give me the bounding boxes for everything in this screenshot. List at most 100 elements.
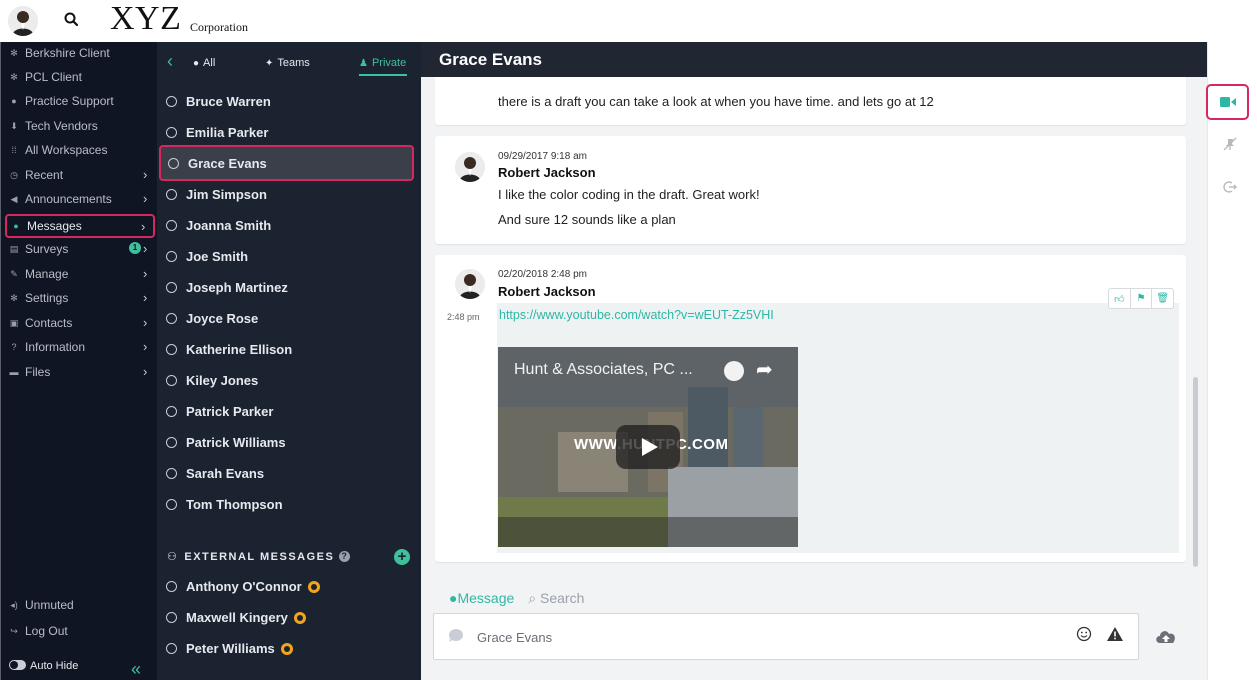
tab-search[interactable]: ⌕ Search: [528, 590, 584, 607]
contact-item[interactable]: Bruce Warren: [157, 86, 421, 117]
nav-label: Manage: [25, 267, 69, 281]
nav-item-recent[interactable]: ◷ Recent ›: [5, 164, 155, 186]
user-avatar[interactable]: [8, 6, 38, 36]
scrollbar[interactable]: [1193, 377, 1198, 567]
contact-name: Patrick Parker: [186, 404, 274, 419]
gear-icon: ✻: [10, 71, 18, 82]
tab-private[interactable]: ♟ Private: [359, 55, 406, 71]
nav-item-information[interactable]: ? Information ›: [5, 336, 155, 358]
status-circle-icon: [166, 220, 177, 231]
chat-bubble-icon: [446, 628, 464, 643]
clock-icon[interactable]: [724, 361, 744, 381]
nav-item-surveys[interactable]: ▤ Surveys 1 ›: [5, 238, 155, 260]
nav-item-pcl-client[interactable]: ✻ PCL Client: [5, 66, 155, 88]
contact-item[interactable]: Joseph Martinez: [157, 272, 421, 303]
chevron-right-icon: ›: [143, 167, 148, 182]
flag-icon[interactable]: ⚑: [1131, 289, 1153, 308]
contact-item[interactable]: Emilia Parker: [157, 117, 421, 148]
play-button[interactable]: [616, 425, 680, 469]
leave-conversation-button[interactable]: [1208, 169, 1251, 205]
nav-label: Surveys: [25, 242, 69, 256]
nav-label: Messages: [27, 219, 82, 233]
tab-teams[interactable]: ✦ Teams: [265, 55, 310, 71]
unmuted-label: Unmuted: [25, 598, 74, 612]
message-link[interactable]: https://www.youtube.com/watch?v=wEUT-Zz5…: [499, 308, 774, 322]
external-contact-item[interactable]: Anthony O'Connor: [157, 571, 421, 602]
nav-label: Files: [25, 365, 51, 379]
nav-item-all-workspaces[interactable]: ⁞⁞ All Workspaces: [5, 139, 155, 161]
contact-item[interactable]: Joyce Rose: [157, 303, 421, 334]
nav-item-announcements[interactable]: ◀ Announcements ›: [5, 188, 155, 210]
message-timestamp: 02/20/2018 2:48 pm: [498, 269, 587, 280]
contact-name: Grace Evans: [188, 155, 267, 171]
author-avatar[interactable]: [455, 152, 485, 182]
nav-item-practice-support[interactable]: ● Practice Support: [5, 90, 155, 112]
search-icon[interactable]: [62, 10, 82, 30]
status-circle-icon: [166, 612, 177, 623]
chevron-right-icon: ›: [143, 364, 148, 379]
chat-title: Grace Evans: [421, 42, 1207, 77]
gear-icon: ✻: [10, 292, 18, 303]
video-call-button[interactable]: [1206, 84, 1249, 120]
unmuted-toggle[interactable]: ◂) Unmuted: [5, 594, 155, 616]
contact-name: Joyce Rose: [186, 311, 259, 326]
nav-label: All Workspaces: [25, 143, 108, 157]
contact-item[interactable]: Joe Smith: [157, 241, 421, 272]
nav-label: Berkshire Client: [25, 46, 110, 60]
tab-all[interactable]: ● All: [193, 55, 215, 71]
nav-label: Information: [25, 340, 86, 354]
share-icon[interactable]: ➦: [756, 357, 773, 382]
status-circle-icon: [166, 468, 177, 479]
message-input[interactable]: [477, 627, 1037, 647]
trash-icon[interactable]: 🗑︎: [1152, 289, 1173, 308]
mute-notifications-button[interactable]: [1208, 126, 1251, 162]
megaphone-icon: ◀: [10, 193, 18, 204]
tab-message[interactable]: ●Message: [449, 590, 514, 607]
message-card: there is a draft you can take a look at …: [435, 77, 1186, 125]
clock-icon: ◷: [10, 169, 18, 180]
status-circle-icon: [166, 581, 177, 592]
contact-name: Patrick Williams: [186, 435, 286, 450]
external-contact-item[interactable]: Maxwell Kingery: [157, 602, 421, 633]
contact-item[interactable]: Tom Thompson: [157, 489, 421, 520]
nav-item-berkshire-client[interactable]: ✻ Berkshire Client: [5, 42, 155, 64]
auto-hide-label: Auto Hide: [30, 660, 79, 672]
emoji-icon[interactable]: [1076, 626, 1092, 642]
collapse-sidebar-icon[interactable]: «: [131, 659, 141, 680]
tab-label: Teams: [277, 57, 310, 69]
contact-name: Peter Williams: [186, 641, 275, 656]
help-icon[interactable]: ?: [339, 551, 351, 562]
contact-item[interactable]: Kiley Jones: [157, 365, 421, 396]
nav-item-manage[interactable]: ✎ Manage ›: [5, 263, 155, 285]
brand-suffix: Corporation: [190, 20, 248, 34]
contact-item[interactable]: Joanna Smith: [157, 210, 421, 241]
auto-hide-toggle[interactable]: [9, 660, 26, 670]
upload-cloud-icon[interactable]: [1154, 626, 1178, 646]
contact-item[interactable]: Grace Evans: [159, 145, 414, 181]
chevron-right-icon: ›: [143, 290, 148, 305]
external-contact-item[interactable]: Peter Williams: [157, 633, 421, 664]
contact-card-icon: ▣: [9, 317, 19, 328]
contact-item[interactable]: Sarah Evans: [157, 458, 421, 489]
nav-item-contacts[interactable]: ▣ Contacts ›: [5, 312, 155, 334]
video-embed[interactable]: Hunt & Associates, PC ... ➦ WWW.HUNTPC.C…: [498, 347, 798, 547]
contact-item[interactable]: Katherine Ellison: [157, 334, 421, 365]
nav-item-settings[interactable]: ✻ Settings ›: [5, 287, 155, 309]
status-circle-icon: [166, 251, 177, 262]
author-avatar[interactable]: [455, 269, 485, 299]
nav-item-messages[interactable]: ● Messages ›: [5, 214, 155, 238]
back-chevron-icon[interactable]: ‹: [167, 52, 173, 70]
contact-item[interactable]: Patrick Parker: [157, 396, 421, 427]
contact-item[interactable]: Patrick Williams: [157, 427, 421, 458]
contact-item[interactable]: Jim Simpson: [157, 179, 421, 210]
logout-label: Log Out: [25, 624, 68, 638]
thumbs-up-icon[interactable]: 👍︎: [1109, 289, 1131, 308]
warning-icon[interactable]: [1106, 626, 1124, 642]
gear-icon: ✻: [10, 47, 18, 58]
logout-button[interactable]: ↪ Log Out: [5, 620, 155, 642]
nav-item-files[interactable]: ▬ Files ›: [5, 361, 155, 383]
add-external-button[interactable]: +: [394, 549, 410, 565]
nav-item-tech-vendors[interactable]: ⬇ Tech Vendors: [5, 115, 155, 137]
status-circle-icon: [166, 96, 177, 107]
status-circle-icon: [166, 375, 177, 386]
